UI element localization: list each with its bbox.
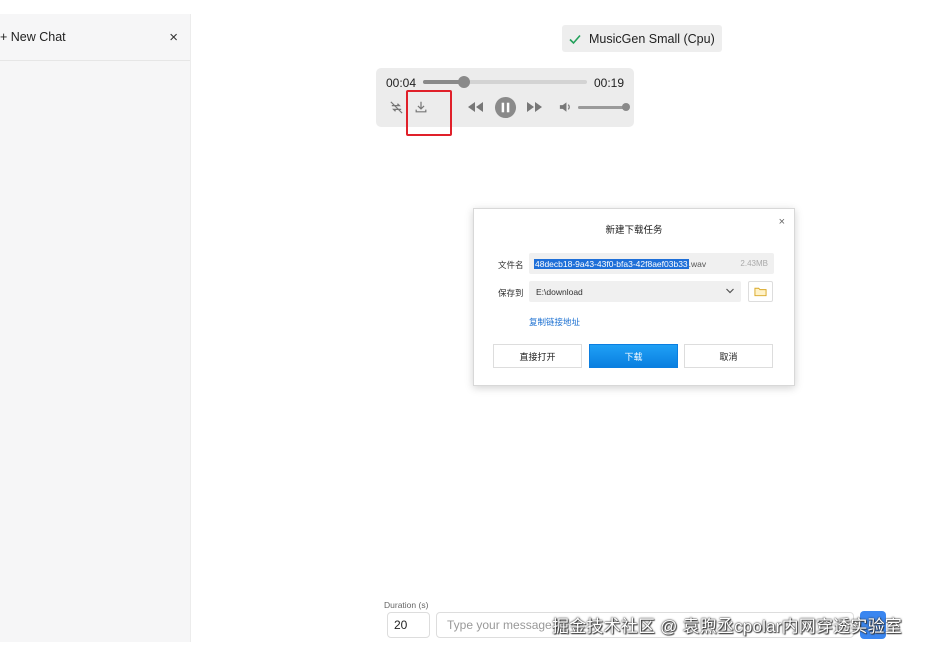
dialog-close-icon[interactable]: × xyxy=(779,216,785,228)
filename-selected-text: 48decb18-9a43-43f0-bfa3-42f8aef03b33 xyxy=(534,258,689,269)
volume-icon[interactable] xyxy=(556,97,574,117)
duration-time: 00:19 xyxy=(593,76,624,90)
file-size: 2.43MB xyxy=(740,259,768,268)
browse-folder-button[interactable] xyxy=(748,281,773,302)
folder-icon xyxy=(754,287,767,297)
download-dialog: 新建下载任务 × 文件名 48decb18-9a43-43f0-bfa3-42f… xyxy=(473,208,795,386)
open-directly-button[interactable]: 直接打开 xyxy=(493,344,582,368)
seek-handle[interactable] xyxy=(458,76,470,88)
duration-input[interactable]: 20 xyxy=(387,612,430,638)
copy-link-address[interactable]: 复制链接地址 xyxy=(529,316,580,328)
save-to-label: 保存到 xyxy=(498,288,524,298)
volume-slider[interactable] xyxy=(578,103,630,111)
sidebar-header: + New Chat × xyxy=(0,14,190,61)
rewind-icon[interactable] xyxy=(465,97,485,117)
new-chat-button[interactable]: + New Chat xyxy=(0,30,66,44)
chevron-down-icon xyxy=(726,288,734,294)
download-button[interactable]: 下载 xyxy=(589,344,678,368)
filename-label: 文件名 xyxy=(498,260,524,270)
pause-icon[interactable] xyxy=(493,95,517,119)
duration-label: Duration (s) xyxy=(384,600,429,610)
current-time: 00:04 xyxy=(386,76,417,90)
download-icon[interactable] xyxy=(411,97,431,117)
dialog-title: 新建下载任务 xyxy=(605,225,663,236)
watermark: 掘金技术社区 @ 袁煦丞cpolar内网穿透实验室 xyxy=(552,617,903,636)
seek-bar[interactable] xyxy=(423,76,587,88)
app-root: + New Chat × MusicGen Small (Cpu) 00:04 … xyxy=(0,0,939,652)
volume-level xyxy=(578,106,626,109)
model-name: MusicGen Small (Cpu) xyxy=(589,31,715,46)
check-icon xyxy=(569,34,581,44)
fast-forward-icon[interactable] xyxy=(525,97,545,117)
close-sidebar-icon[interactable]: × xyxy=(169,30,178,45)
sidebar: + New Chat × xyxy=(0,14,191,642)
save-path-value: E:\download xyxy=(536,286,583,297)
cancel-button[interactable]: 取消 xyxy=(684,344,773,368)
repeat-off-icon[interactable] xyxy=(386,97,406,117)
audio-player: 00:04 00:19 xyxy=(376,68,634,127)
filename-field[interactable]: 48decb18-9a43-43f0-bfa3-42f8aef03b33 .wa… xyxy=(529,253,774,274)
save-path-select[interactable]: E:\download xyxy=(529,281,741,302)
filename-extension: .wav xyxy=(688,258,707,269)
volume-handle[interactable] xyxy=(622,103,630,111)
model-status-badge: MusicGen Small (Cpu) xyxy=(562,25,722,52)
